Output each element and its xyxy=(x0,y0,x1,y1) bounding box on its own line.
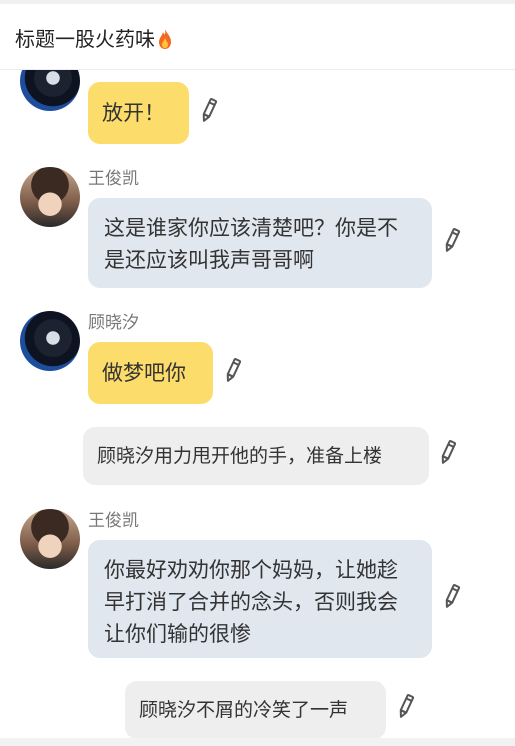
bottom-divider xyxy=(0,738,515,746)
pencil-icon[interactable] xyxy=(222,356,244,384)
page-title-text: 标题一股火药味 xyxy=(15,27,155,51)
pencil-icon[interactable] xyxy=(437,438,459,466)
narration-text: 顾晓汐不屑的冷笑了一声 xyxy=(139,699,349,721)
pencil-icon[interactable] xyxy=(395,692,417,720)
sender-name: 王俊凯 xyxy=(88,169,139,189)
narration-bubble[interactable]: 顾晓汐用力甩开他的手，准备上楼 xyxy=(83,427,429,485)
message-text: 做梦吧你 xyxy=(102,361,186,385)
message-bubble[interactable]: 你最好劝劝你那个妈妈，让她趁早打消了合并的念头，否则我会让你们输的很惨 xyxy=(88,540,432,658)
avatar[interactable] xyxy=(20,70,80,111)
message-text: 这是谁家你应该清楚吧？你是不是还应该叫我声哥哥啊 xyxy=(104,216,398,272)
pencil-icon[interactable] xyxy=(441,226,463,254)
narration-text: 顾晓汐用力甩开他的手，准备上楼 xyxy=(97,445,383,467)
flame-icon xyxy=(159,29,171,49)
page-title: 标题一股火药味 xyxy=(15,26,173,52)
avatar[interactable] xyxy=(20,509,80,569)
pencil-icon[interactable] xyxy=(441,582,463,610)
message-bubble[interactable]: 放开！ xyxy=(88,82,189,144)
message-bubble[interactable]: 这是谁家你应该清楚吧？你是不是还应该叫我声哥哥啊 xyxy=(88,198,432,288)
sender-name: 顾晓汐 xyxy=(88,313,139,333)
message-text: 放开！ xyxy=(102,101,165,125)
header-bar: 标题一股火药味 xyxy=(0,4,515,70)
sender-name: 王俊凯 xyxy=(88,511,139,531)
message-bubble[interactable]: 做梦吧你 xyxy=(88,342,213,404)
avatar[interactable] xyxy=(20,167,80,227)
chat-thread[interactable]: 放开！ 王俊凯 这是谁家你应该清楚吧？你是不是还应该叫我声哥哥啊 顾晓汐 做梦吧… xyxy=(0,70,515,738)
message-text: 你最好劝劝你那个妈妈，让她趁早打消了合并的念头，否则我会让你们输的很惨 xyxy=(104,558,398,646)
avatar[interactable] xyxy=(20,311,80,371)
pencil-icon[interactable] xyxy=(198,96,220,124)
narration-bubble[interactable]: 顾晓汐不屑的冷笑了一声 xyxy=(125,681,386,738)
